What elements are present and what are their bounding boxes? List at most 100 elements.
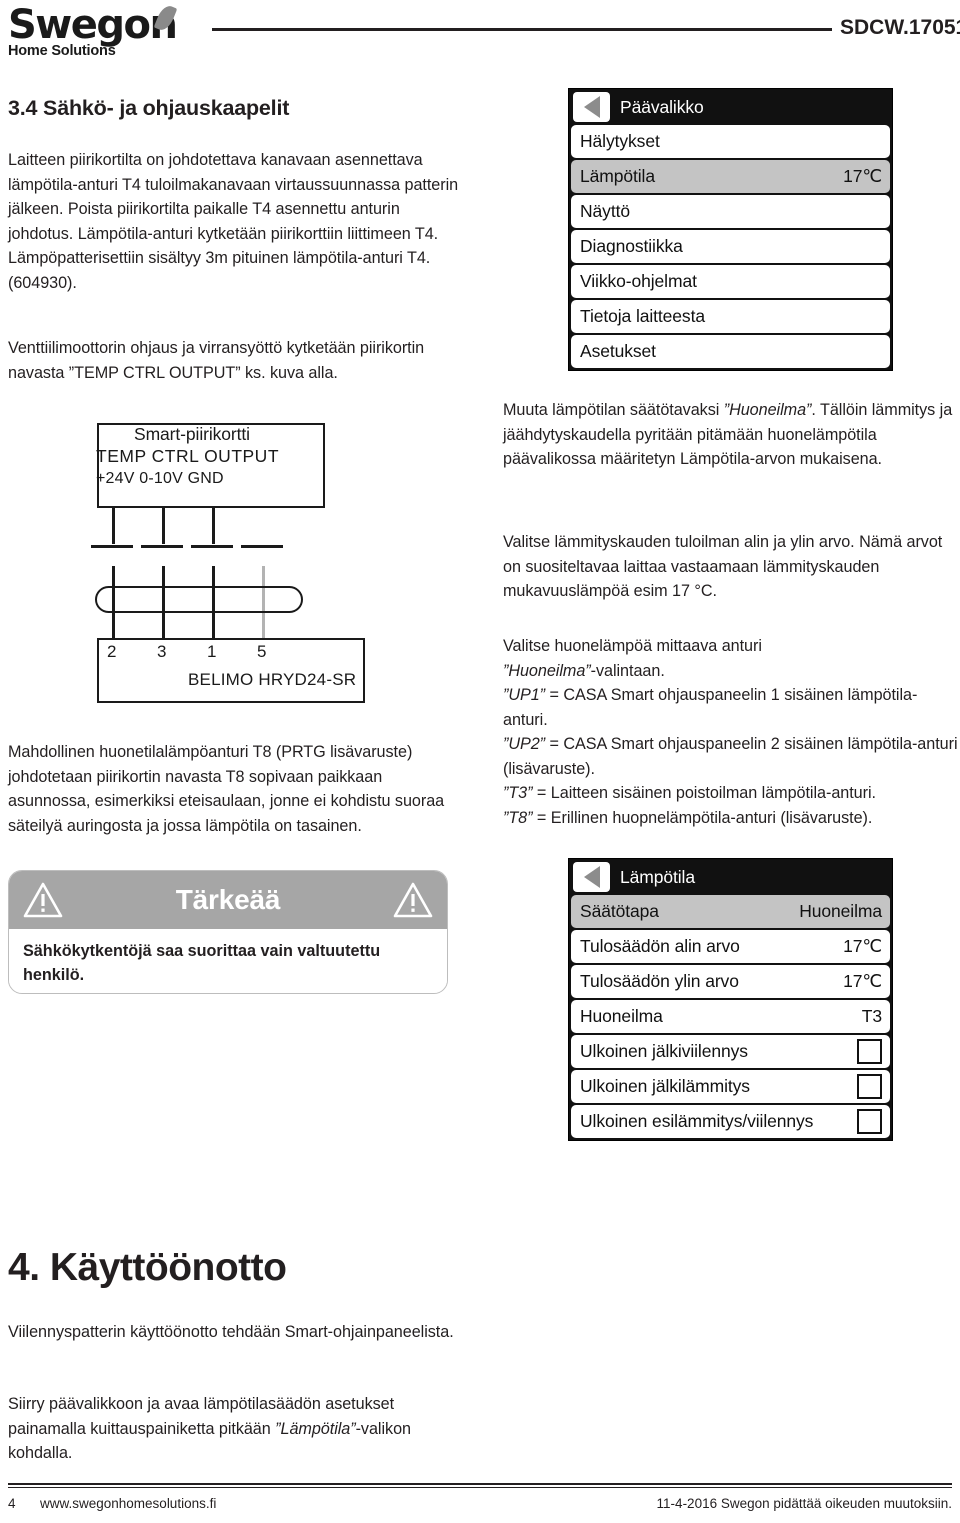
menu-row-checkbox[interactable] (857, 1039, 882, 1064)
sensor-line-rest: = Laitteen sisäinen poistoilman lämpötil… (532, 784, 876, 802)
bottom-paragraph-1: Viilennyspatterin käyttöönotto tehdään S… (8, 1323, 454, 1341)
footer-copyright: 11-4-2016 Swegon pidättää oikeuden muuto… (656, 1496, 952, 1511)
sensor-line-em: ”UP1” (503, 686, 546, 704)
menu-row-label: Näyttö (580, 201, 630, 221)
swegon-logo: Swegon Home Solutions (8, 2, 208, 66)
sensor-line: ”UP2” = CASA Smart ohjauspaneelin 2 sisä… (503, 732, 958, 781)
wire-gnd-upper (212, 508, 215, 544)
logo-wordmark: Swegon (8, 2, 178, 48)
right-paragraph-2: Valitse lämmityskauden tuloilman alin ja… (503, 533, 943, 600)
important-warning-box: Tärkeää Sähkökytkentöjä saa suorittaa va… (8, 870, 448, 994)
menu-row-label: Diagnostiikka (580, 236, 683, 256)
menu-row[interactable]: Asetukset (571, 335, 890, 368)
wire-24v-upper (112, 508, 115, 544)
section-heading-4: 4. Käyttöönotto (8, 1246, 287, 1289)
terminal-dash-4 (241, 545, 283, 548)
right-paragraph-1: Muuta lämpötilan säätötavaksi ”Huoneilma… (503, 398, 958, 472)
menu-row-label: Ulkoinen jälkilämmitys (580, 1076, 750, 1096)
back-arrow-icon[interactable] (573, 92, 610, 122)
sensor-line-em: ”T8” (503, 808, 533, 827)
sensor-line-rest: -valintaan. (590, 661, 665, 680)
sensor-line-rest: = CASA Smart ohjauspaneelin 1 sisäinen l… (503, 686, 918, 729)
actuator-name: BELIMO HRYD24-SR (188, 670, 357, 689)
header-divider (212, 28, 832, 31)
menu-row-label: Tietoja laitteesta (580, 306, 705, 326)
warning-triangle-icon-right (393, 882, 433, 918)
bottom-p2-em: ”Lämpötila” (275, 1419, 356, 1438)
document-code: SDCW.170516 (840, 16, 960, 39)
board-title: Smart-piirikortti (134, 424, 250, 444)
actuator-pin-1: 2 (107, 642, 117, 661)
menu-row-label: Asetukset (580, 341, 656, 361)
menu-row[interactable]: Ulkoinen jälkilämmitys (571, 1070, 890, 1103)
actuator-pin-4: 5 (257, 642, 267, 661)
board-pins-label: +24V 0-10V GND (96, 470, 224, 487)
menu-row-label: Viikko-ohjelmat (580, 271, 697, 291)
sensor-list: Valitse huonelämpöä mittaava anturi ”Huo… (503, 634, 958, 830)
sensor-line: ”T3” = Laitteen sisäinen poistoilman läm… (503, 781, 958, 806)
menu-row-value: 17℃ (843, 971, 882, 991)
wiring-diagram: Smart-piirikortti TEMP CTRL OUTPUT +24V … (90, 418, 390, 708)
menu-row[interactable]: Lämpötila 17℃ (571, 160, 890, 193)
sensor-line: ”T8” = Erillinen huopnelämpötila-anturi … (503, 806, 958, 831)
back-arrow-icon[interactable] (573, 862, 610, 892)
right-p1-pre: Muuta lämpötilan säätötavaksi (503, 401, 724, 419)
footer-divider-thin (8, 1487, 952, 1488)
sensor-intro: Valitse huonelämpöä mittaava anturi (503, 637, 762, 655)
temperature-menu-title: Lämpötila (620, 866, 695, 887)
actuator-pin-2: 3 (157, 642, 167, 661)
terminal-dash-2 (141, 545, 183, 548)
menu-row[interactable]: Diagnostiikka (571, 230, 890, 263)
menu-row-label: Säätötapa (580, 901, 659, 921)
menu-row-checkbox[interactable] (857, 1109, 882, 1134)
menu-row[interactable]: Tietoja laitteesta (571, 300, 890, 333)
menu-row-value: 17℃ (843, 166, 882, 186)
right-p1-em: ”Huoneilma” (723, 401, 812, 419)
menu-row-checkbox[interactable] (857, 1074, 882, 1099)
section-heading-3-4: 3.4 Sähkö- ja ohjauskaapelit (8, 96, 290, 120)
menu-row-label: Tulosäädön ylin arvo (580, 971, 739, 991)
menu-row[interactable]: Ulkoinen esilämmitys/viilennys (571, 1105, 890, 1138)
sensor-line-em: ”UP2” (503, 735, 546, 753)
menu-row-value: 17℃ (843, 936, 882, 956)
menu-row-label: Ulkoinen esilämmitys/viilennys (580, 1111, 814, 1131)
terminal-dash-3 (191, 545, 233, 548)
menu-row[interactable]: Ulkoinen jälkiviilennys (571, 1035, 890, 1068)
menu-row[interactable]: Viikko-ohjelmat (571, 265, 890, 298)
sensor-line: ”UP1” = CASA Smart ohjauspaneelin 1 sisä… (503, 683, 958, 732)
menu-row-label: Ulkoinen jälkiviilennys (580, 1041, 748, 1061)
menu-row-label: Tulosäädön alin arvo (580, 936, 740, 956)
main-menu-title: Päävalikko (620, 96, 704, 117)
menu-row[interactable]: Tulosäädön alin arvo 17℃ (571, 930, 890, 963)
warning-triangle-icon (23, 882, 63, 918)
document-page: Swegon Home Solutions SDCW.170516 3.4 Sä… (0, 0, 960, 1523)
footer-divider-thick (8, 1483, 952, 1485)
menu-row[interactable]: Hälytykset (571, 125, 890, 158)
left-paragraph-2: Venttiilimoottorin ohjaus ja virransyött… (8, 339, 425, 382)
menu-row[interactable]: Näyttö (571, 195, 890, 228)
sensor-line: ”Huoneilma”-valintaan. (503, 659, 958, 684)
temperature-menu-screen[interactable]: Lämpötila Säätötapa Huoneilma Tulosäädön a… (568, 858, 893, 1141)
left-paragraph-1: Laitteen piirikortilta on johdotettava k… (8, 151, 459, 292)
cable-sleeve (95, 586, 303, 613)
menu-row[interactable]: Tulosäädön ylin arvo 17℃ (571, 965, 890, 998)
wire-010v-upper (162, 508, 165, 544)
sensor-line-rest: = CASA Smart ohjauspaneelin 2 sisäinen l… (503, 735, 958, 778)
menu-row[interactable]: Säätötapa Huoneilma (571, 895, 890, 928)
actuator-pin-3: 1 (207, 642, 217, 661)
warning-title: Tärkeää (175, 884, 281, 915)
main-menu-screen[interactable]: Päävalikko Hälytykset Lämpötila 17℃ Näyttö D… (568, 88, 893, 371)
sensor-line-em: ”T3” (503, 784, 533, 802)
terminal-dash-1 (91, 545, 133, 548)
board-output-label: TEMP CTRL OUTPUT (96, 446, 280, 466)
menu-row-label: Huoneilma (580, 1006, 663, 1026)
menu-row-value: Huoneilma (799, 901, 882, 921)
sensor-line-em: ”Huoneilma” (503, 661, 591, 680)
menu-row-label: Hälytykset (580, 131, 660, 151)
page-number: 4 (8, 1496, 16, 1511)
warning-text: Sähkökytkentöjä saa suorittaa vain valtu… (9, 929, 447, 987)
menu-row[interactable]: Huoneilma T3 (571, 1000, 890, 1033)
bottom-paragraph-2: Siirry päävalikkoon ja avaa lämpötilasää… (8, 1392, 463, 1466)
footer-url[interactable]: www.swegonhomesolutions.fi (40, 1496, 216, 1511)
warning-header: Tärkeää (9, 871, 447, 929)
